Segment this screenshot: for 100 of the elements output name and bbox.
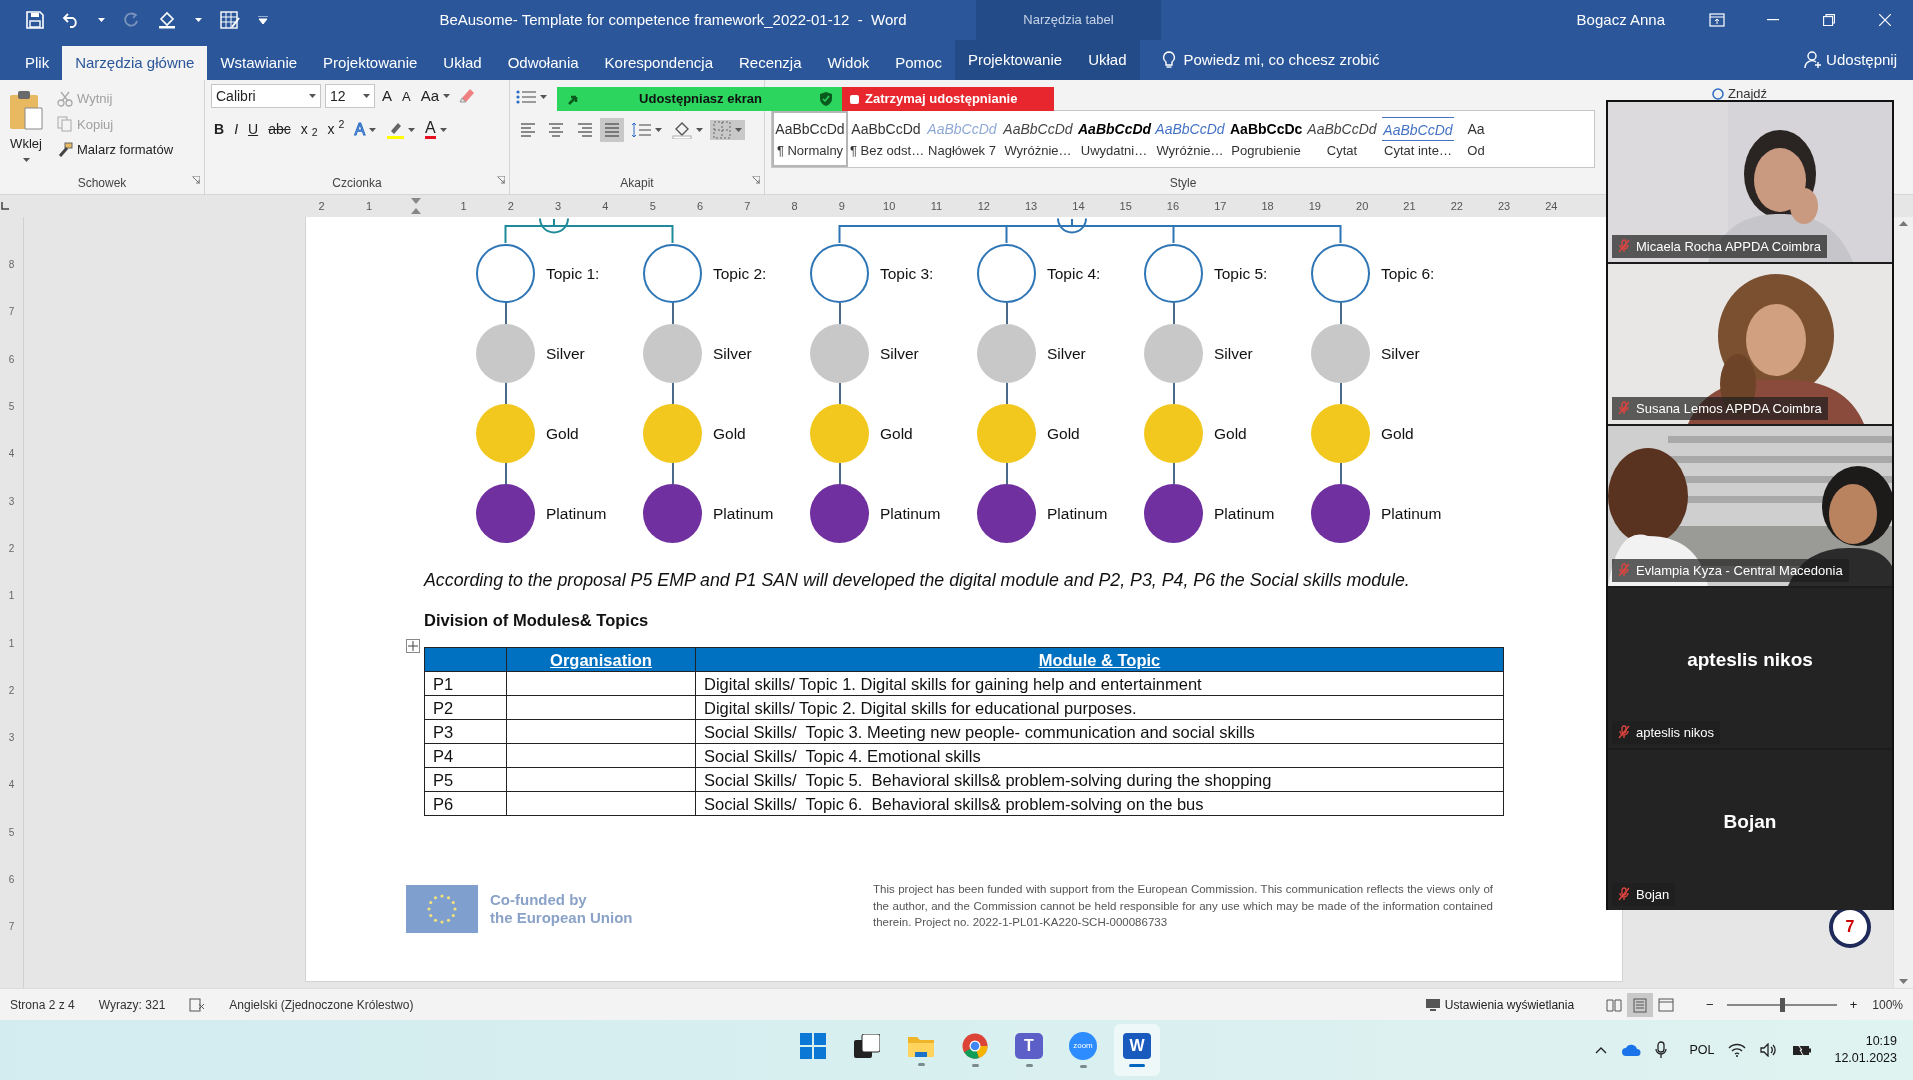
view-button[interactable] — [1627, 992, 1654, 1017]
font-size-field[interactable]: 12 — [325, 84, 375, 109]
menu-tab[interactable]: Projektowanie — [954, 40, 1076, 80]
bullets-icon[interactable] — [516, 89, 536, 105]
caret-icon[interactable] — [696, 128, 703, 132]
caret-icon[interactable] — [655, 128, 662, 132]
menu-tab[interactable]: Układ — [430, 46, 495, 80]
save-icon[interactable] — [26, 11, 44, 29]
sharing-status-bar[interactable]: Udostępniasz ekran — [557, 87, 842, 111]
proofing-icon[interactable] — [189, 997, 206, 1012]
menu-tab[interactable]: Pomoc — [882, 46, 955, 80]
clipboard-action[interactable]: Malarz formatów — [54, 139, 177, 161]
clock-date[interactable]: 12.01.2023 — [1834, 1050, 1897, 1067]
shading-button[interactable] — [669, 120, 706, 140]
style-item[interactable]: AaBbCcDd Wyróżnie… — [1152, 111, 1228, 167]
menu-tab[interactable]: Narzędzia główne — [62, 46, 208, 80]
caret-icon[interactable] — [98, 18, 105, 22]
find-button[interactable]: Znajdź — [1712, 84, 1768, 104]
style-item[interactable]: AaBbCcDd Cytat — [1304, 111, 1380, 167]
table-edit-icon[interactable] — [220, 11, 240, 29]
customize-icon[interactable] — [258, 16, 268, 24]
column-header: Module & Topic — [695, 647, 1504, 672]
input-language[interactable]: POL — [1689, 1040, 1715, 1060]
ruler-number: 24 — [1544, 198, 1559, 214]
folder-icon — [907, 1034, 935, 1058]
style-item[interactable]: AaBbCcDd ¶ Normalny — [772, 111, 848, 167]
caret-icon[interactable] — [735, 128, 742, 132]
menu-tab[interactable]: Układ — [1075, 40, 1140, 80]
style-item[interactable]: AaBbCcDd ¶ Bez odst… — [848, 111, 924, 167]
stop-sharing-button[interactable]: Zatrzymaj udostępnianie — [842, 87, 1054, 111]
style-item[interactable]: AaBbCcDd Uwydatni… — [1076, 111, 1152, 167]
caret-icon[interactable] — [439, 127, 447, 132]
caret-icon[interactable] — [195, 18, 202, 22]
format-button[interactable]: B — [211, 118, 228, 141]
font-size-button[interactable]: A — [379, 84, 395, 109]
ruler-number: 1 — [7, 636, 16, 651]
style-item[interactable]: AaBbCcDd Wyróżnie… — [1000, 111, 1076, 167]
change-case-button[interactable]: Aa — [417, 84, 454, 109]
clock-time[interactable]: 10:19 — [1834, 1033, 1897, 1050]
bucket-icon[interactable] — [157, 11, 177, 29]
cloud-icon[interactable] — [1621, 1043, 1642, 1057]
format-button[interactable]: x$^{2}$ — [324, 118, 348, 141]
format-button[interactable]: x$_{2}$ — [297, 118, 321, 141]
caret-icon[interactable] — [540, 95, 547, 99]
menu-tab[interactable]: Recenzja — [726, 46, 815, 80]
slider-thumb[interactable] — [1779, 997, 1785, 1012]
menu-tab[interactable]: Korespondencja — [591, 46, 726, 80]
zoom-in-button[interactable]: + — [1846, 993, 1861, 1016]
chevron-up-icon[interactable] — [1595, 1046, 1608, 1054]
scroll-down-icon[interactable] — [1899, 979, 1908, 984]
taskbar-app[interactable]: W — [1114, 1024, 1160, 1076]
scroll-up-icon[interactable] — [1899, 221, 1908, 226]
dialog-launcher-icon[interactable] — [497, 176, 505, 185]
style-item[interactable]: AaBbCcDd Cytat inte… — [1380, 111, 1456, 167]
format-button[interactable]: I — [231, 118, 241, 141]
wifi-icon[interactable] — [1728, 1043, 1747, 1057]
style-item[interactable]: AaBbCcDc Pogrubienie — [1228, 111, 1304, 167]
scrollbar[interactable] — [1893, 217, 1913, 988]
format-button[interactable]: U — [245, 118, 262, 141]
restore-icon[interactable] — [1823, 14, 1835, 26]
ribbon-display-icon[interactable] — [1709, 13, 1725, 27]
table-move-handle-icon[interactable] — [406, 638, 420, 653]
close-icon[interactable] — [1879, 14, 1891, 26]
tell-me-field[interactable]: Powiedz mi, co chcesz zrobić — [1155, 40, 1386, 80]
undo-icon[interactable] — [62, 12, 80, 28]
speaker-icon[interactable] — [1760, 1043, 1779, 1057]
font-size-button[interactable]: A — [399, 85, 414, 107]
style-item[interactable]: AaBbCcDd Nagłówek 7 — [924, 111, 1000, 167]
dialog-launcher-icon[interactable] — [752, 176, 760, 185]
align-button[interactable] — [600, 118, 624, 142]
menu-tab[interactable]: Plik — [12, 46, 63, 80]
caret-icon[interactable] — [369, 127, 377, 132]
menu-tab[interactable]: Wstawianie — [207, 46, 311, 80]
taskbar-app[interactable]: T — [1006, 1024, 1052, 1076]
dialog-launcher-icon[interactable] — [192, 176, 200, 185]
tab-selector-icon[interactable] — [0, 201, 10, 211]
ruler-number: 1 — [7, 589, 16, 604]
menu-tab[interactable]: Projektowanie — [310, 46, 431, 80]
minimize-icon[interactable] — [1767, 19, 1779, 21]
indent-marker-icon[interactable] — [411, 198, 422, 214]
caret-icon[interactable] — [309, 94, 316, 99]
text-effects-button[interactable]: A — [351, 116, 380, 143]
caret-icon[interactable] — [363, 94, 370, 99]
style-item[interactable]: Aa Od — [1456, 111, 1496, 167]
menu-tab[interactable]: Odwołania — [494, 46, 592, 80]
battery-icon[interactable] — [1792, 1044, 1813, 1056]
paste-button[interactable]: Wklej — [6, 84, 46, 174]
group-label: Akapit — [620, 176, 654, 190]
ruler-number: 3 — [554, 198, 563, 214]
caret-icon[interactable] — [443, 94, 451, 99]
share-button[interactable]: Udostępnij — [1798, 40, 1913, 80]
caret-icon[interactable] — [22, 157, 30, 162]
microphone-icon[interactable] — [1655, 1041, 1668, 1059]
format-button[interactable]: abc — [265, 118, 294, 141]
zoom-out-button[interactable]: − — [1703, 993, 1717, 1016]
font-family-field[interactable]: Calibri — [211, 84, 321, 109]
caret-icon[interactable] — [408, 127, 416, 132]
font-color-button[interactable]: A — [422, 119, 450, 140]
display-settings-button[interactable]: Ustawienia wyświetlania — [1421, 994, 1578, 1015]
menu-tab[interactable]: Widok — [814, 46, 883, 80]
